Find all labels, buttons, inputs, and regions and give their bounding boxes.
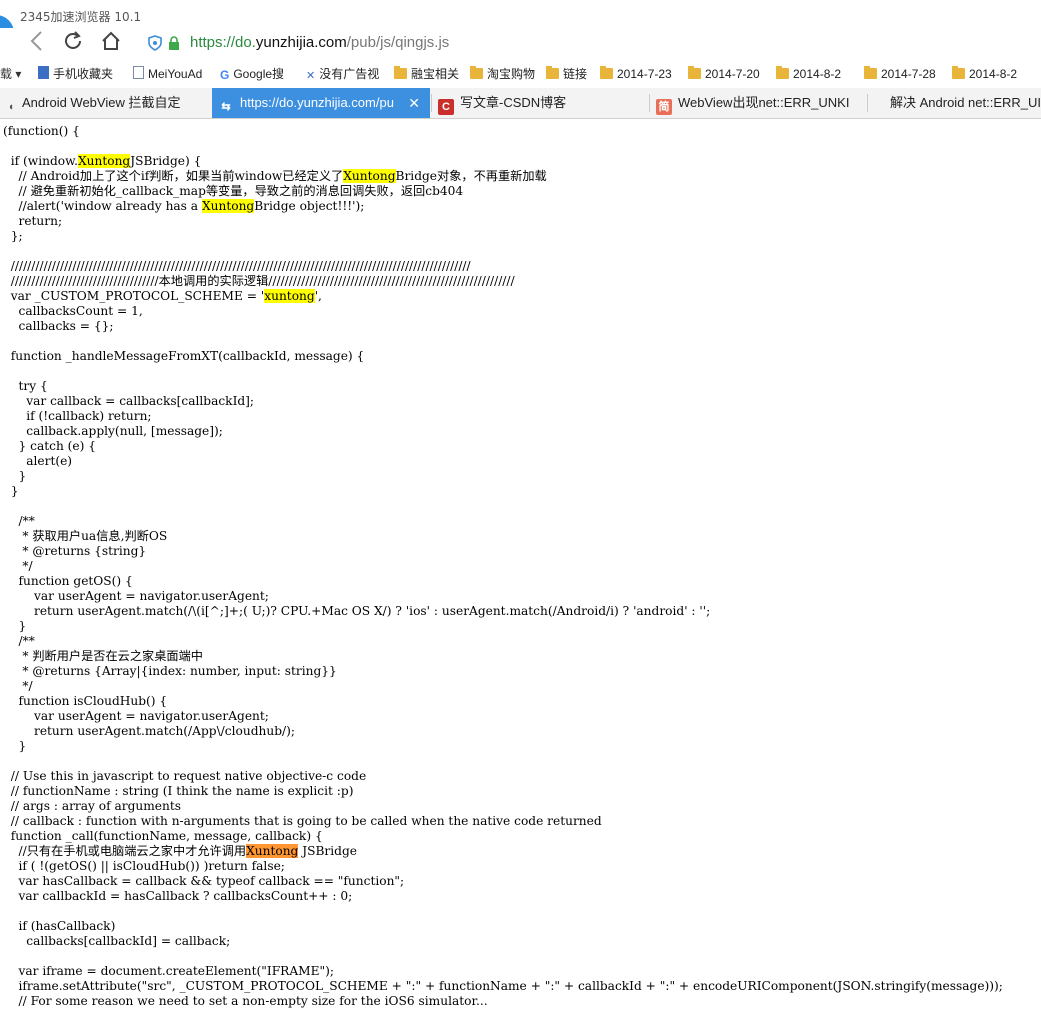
csdn-icon: C	[438, 99, 454, 115]
bookmark-item[interactable]: 2014-7-28	[864, 65, 936, 83]
tab[interactable]: 解决 Android net::ERR_UI	[868, 88, 1041, 118]
shield-icon	[148, 35, 162, 51]
bookmark-item[interactable]: MeiYouAd	[133, 65, 202, 83]
bookmark-label: 融宝相关	[411, 67, 460, 81]
bookmark-item[interactable]: 2014-8-2	[952, 65, 1017, 83]
loading-icon: ⇆	[221, 101, 231, 113]
code-text: (function() { if (window.	[3, 124, 80, 168]
window-title: 2345加速浏览器 10.1	[20, 10, 142, 24]
search-highlight: Xuntong	[77, 154, 131, 168]
folder-icon	[776, 66, 789, 79]
bookmark-label: 手机收藏夹	[53, 67, 114, 81]
bookmark-item[interactable]: 融宝相关	[394, 65, 459, 83]
bookmark-item[interactable]: 2014-8-2	[776, 65, 841, 83]
url-path: /pub/js/qingjs.js	[346, 34, 450, 51]
source-code: (function() { if (window.XuntongJSBridge…	[3, 124, 1041, 1009]
page-icon	[133, 66, 144, 79]
bookmark-label: 2014-8-2	[793, 67, 842, 81]
tab-separator	[867, 94, 868, 112]
bookmark-label: 链接	[563, 67, 588, 81]
folder-icon	[864, 66, 877, 79]
folder-icon	[470, 66, 483, 79]
tab-label: 解决 Android net::ERR_UI	[890, 95, 1041, 110]
tab-label: Android WebView 拦截自定	[22, 95, 181, 110]
search-highlight: Xuntong	[201, 199, 255, 213]
bookmark-label: 2014-7-23	[617, 67, 672, 81]
bookmark-item[interactable]: 淘宝购物	[470, 65, 535, 83]
navigation-bar: https://do.yunzhijia.com/pub/js/qingjs.j…	[0, 28, 1041, 60]
bookmark-label: Google搜	[233, 67, 285, 81]
android-icon: ◖	[7, 101, 15, 113]
reload-icon	[65, 31, 81, 49]
page-icon	[874, 94, 884, 110]
search-highlight: xuntong	[264, 289, 315, 303]
reload-button[interactable]	[60, 30, 86, 56]
url-text[interactable]: https://do.yunzhijia.com/pub/js/qingjs.j…	[190, 34, 449, 51]
bookmark-label: 没有广告视	[319, 67, 380, 81]
tab-label: 写文章-CSDN博客	[460, 95, 567, 110]
bookmark-item[interactable]: 手机收藏夹	[38, 65, 113, 83]
bookmark-item[interactable]: 2014-7-23	[600, 65, 672, 83]
back-button[interactable]	[24, 30, 50, 56]
tab-separator	[649, 94, 650, 112]
code-text: JSBridge if ( !(getOS() || isCloudHub())…	[18, 844, 1003, 1008]
bookmark-item[interactable]: ✕ 没有广告视	[306, 65, 379, 83]
tab-bar: ◖ Android WebView 拦截自定 ⇆ https://do.yunzhij…	[0, 88, 1041, 119]
folder-icon	[546, 66, 559, 79]
back-icon	[30, 31, 42, 51]
folder-icon	[394, 66, 407, 79]
tab[interactable]: ⇆ https://do.yunzhijia.com/pu ✕	[212, 88, 430, 118]
code-text: Bridge object!!!'); return; }; /////////…	[10, 199, 515, 303]
lock-icon	[169, 36, 179, 50]
tab-close-button[interactable]: ✕	[408, 88, 420, 118]
tab[interactable]: ◖ Android WebView 拦截自定	[0, 88, 210, 118]
home-button[interactable]	[98, 30, 124, 56]
tab[interactable]: 简 WebView出现net::ERR_UNKI	[650, 88, 866, 118]
bookmarks-overflow-button[interactable]: 载 ▾	[0, 65, 21, 83]
bookmark-label: MeiYouAd	[148, 67, 203, 81]
bookmark-label: 2014-7-20	[705, 67, 760, 81]
title-bar: 2345加速浏览器 10.1	[0, 0, 1041, 51]
tab-label: WebView出现net::ERR_UNKI	[678, 95, 850, 110]
google-icon: G	[220, 68, 230, 82]
search-highlight: Xuntong	[343, 169, 396, 183]
jianshu-icon: 简	[656, 99, 672, 115]
home-icon	[102, 31, 120, 50]
bookmark-item[interactable]: 2014-7-20	[688, 65, 760, 83]
page-icon	[38, 66, 49, 79]
folder-icon	[952, 66, 965, 79]
bookmark-item[interactable]: G Google搜	[220, 65, 284, 83]
address-bar[interactable]: https://do.yunzhijia.com/pub/js/qingjs.j…	[140, 31, 1041, 57]
tab-label: https://do.yunzhijia.com/pu	[240, 95, 394, 110]
bookmark-label: 2014-7-28	[881, 67, 936, 81]
bookmarks-bar: 载 ▾ 手机收藏夹 MeiYouAd G Google搜 ✕ 没有广告视 融宝相关 淘宝购物 链…	[0, 62, 1041, 86]
folder-icon	[600, 66, 613, 79]
folder-icon	[688, 66, 701, 79]
url-domain: yunzhijia.com	[255, 34, 347, 51]
bookmark-label: 2014-8-2	[969, 67, 1018, 81]
tab[interactable]: C 写文章-CSDN博客	[432, 88, 648, 118]
bookmark-item[interactable]: 链接	[546, 65, 587, 83]
close-icon: ✕	[306, 70, 316, 82]
code-text: ', callbacksCount = 1, callbacks = {}; f…	[10, 289, 711, 858]
tab-separator	[431, 94, 432, 112]
url-scheme: https://do.	[190, 34, 256, 51]
bookmark-label: 淘宝购物	[487, 67, 536, 81]
search-highlight: Xuntong	[246, 844, 299, 858]
